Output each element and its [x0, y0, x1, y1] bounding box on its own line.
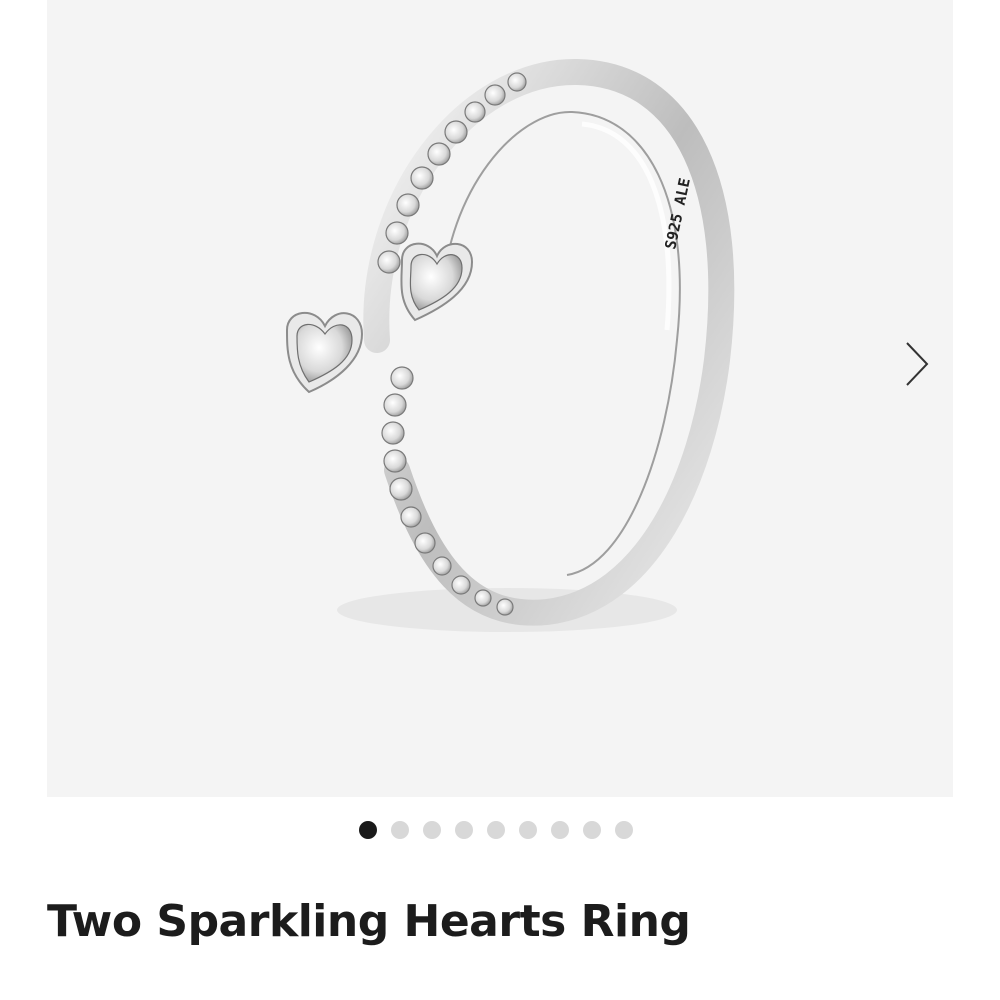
image-dot-8[interactable]	[583, 821, 601, 839]
image-dot-1[interactable]	[359, 821, 377, 839]
chevron-right-icon	[906, 342, 929, 386]
product-title: Two Sparkling Hearts Ring	[47, 896, 691, 947]
image-dot-9[interactable]	[615, 821, 633, 839]
image-dot-7[interactable]	[551, 821, 569, 839]
image-pagination-dots	[359, 820, 633, 840]
next-image-button[interactable]	[895, 334, 939, 394]
product-image-gallery[interactable]: S925 ALE	[47, 0, 953, 797]
image-dot-3[interactable]	[423, 821, 441, 839]
product-image: S925 ALE	[285, 58, 735, 632]
image-dot-4[interactable]	[455, 821, 473, 839]
image-dot-2[interactable]	[391, 821, 409, 839]
image-dot-5[interactable]	[487, 821, 505, 839]
image-dot-6[interactable]	[519, 821, 537, 839]
ring-engraving: S925 ALE	[661, 176, 694, 250]
